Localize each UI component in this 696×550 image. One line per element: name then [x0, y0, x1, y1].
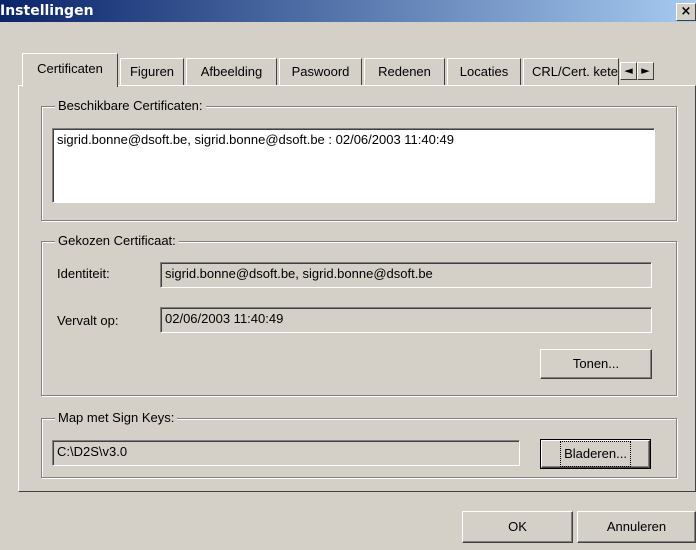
identity-field: sigrid.bonne@dsoft.be, sigrid.bonne@dsof… [160, 262, 652, 288]
tab-crl-cert-keten[interactable]: CRL/Cert. keten [523, 58, 619, 86]
show-certificate-button[interactable]: Tonen... [540, 349, 652, 379]
close-icon: × [680, 4, 692, 19]
sign-keys-path-input[interactable]: C:\D2S\v3.0 [52, 440, 520, 466]
window-title: Instellingen [0, 3, 94, 19]
identity-value: sigrid.bonne@dsoft.be, sigrid.bonne@dsof… [165, 266, 433, 281]
tab-label: Locaties [459, 64, 509, 79]
tab-afbeelding[interactable]: Afbeelding [186, 58, 277, 86]
sign-keys-path-value: C:\D2S\v3.0 [57, 444, 128, 459]
arrow-left-icon: ◄ [624, 64, 633, 77]
cancel-button[interactable]: Annuleren [577, 511, 696, 543]
expires-label: Vervalt op: [57, 313, 119, 328]
tab-redenen[interactable]: Redenen [364, 58, 445, 86]
tab-label: Figuren [129, 64, 175, 79]
chosen-certificate-legend: Gekozen Certificaat: [55, 233, 179, 248]
sign-keys-legend: Map met Sign Keys: [55, 410, 178, 425]
tab-label: Afbeelding [200, 64, 263, 79]
tab-label: Certificaten [37, 61, 103, 76]
browse-button-label: Bladeren... [560, 441, 631, 467]
tab-paswoord[interactable]: Paswoord [279, 58, 362, 86]
available-certificates-legend: Beschikbare Certificaten: [55, 98, 206, 113]
tab-locaties[interactable]: Locaties [447, 58, 521, 86]
tab-scroll-right-button[interactable]: ► [637, 62, 654, 80]
tab-label: Redenen [378, 64, 431, 79]
expires-field: 02/06/2003 11:40:49 [160, 307, 652, 333]
arrow-right-icon: ► [641, 64, 650, 77]
tab-label: CRL/Cert. keten [532, 64, 619, 79]
identity-label: Identiteit: [57, 266, 110, 281]
close-button[interactable]: × [676, 3, 696, 21]
browse-button[interactable]: Bladeren... [540, 439, 651, 469]
list-item[interactable]: sigrid.bonne@dsoft.be, sigrid.bonne@dsof… [57, 132, 650, 147]
tab-scroll-left-button[interactable]: ◄ [620, 62, 637, 80]
ok-button-label: OK [508, 519, 527, 534]
tab-label: Paswoord [291, 64, 350, 79]
certificates-listbox[interactable]: sigrid.bonne@dsoft.be, sigrid.bonne@dsof… [52, 128, 655, 203]
expires-value: 02/06/2003 11:40:49 [165, 311, 284, 326]
tab-figuren[interactable]: Figuren [120, 58, 184, 86]
ok-button[interactable]: OK [462, 511, 573, 543]
cancel-button-label: Annuleren [606, 519, 667, 534]
show-certificate-button-label: Tonen... [572, 356, 620, 371]
title-bar [0, 0, 696, 22]
tab-certificaten[interactable]: Certificaten [22, 53, 118, 87]
